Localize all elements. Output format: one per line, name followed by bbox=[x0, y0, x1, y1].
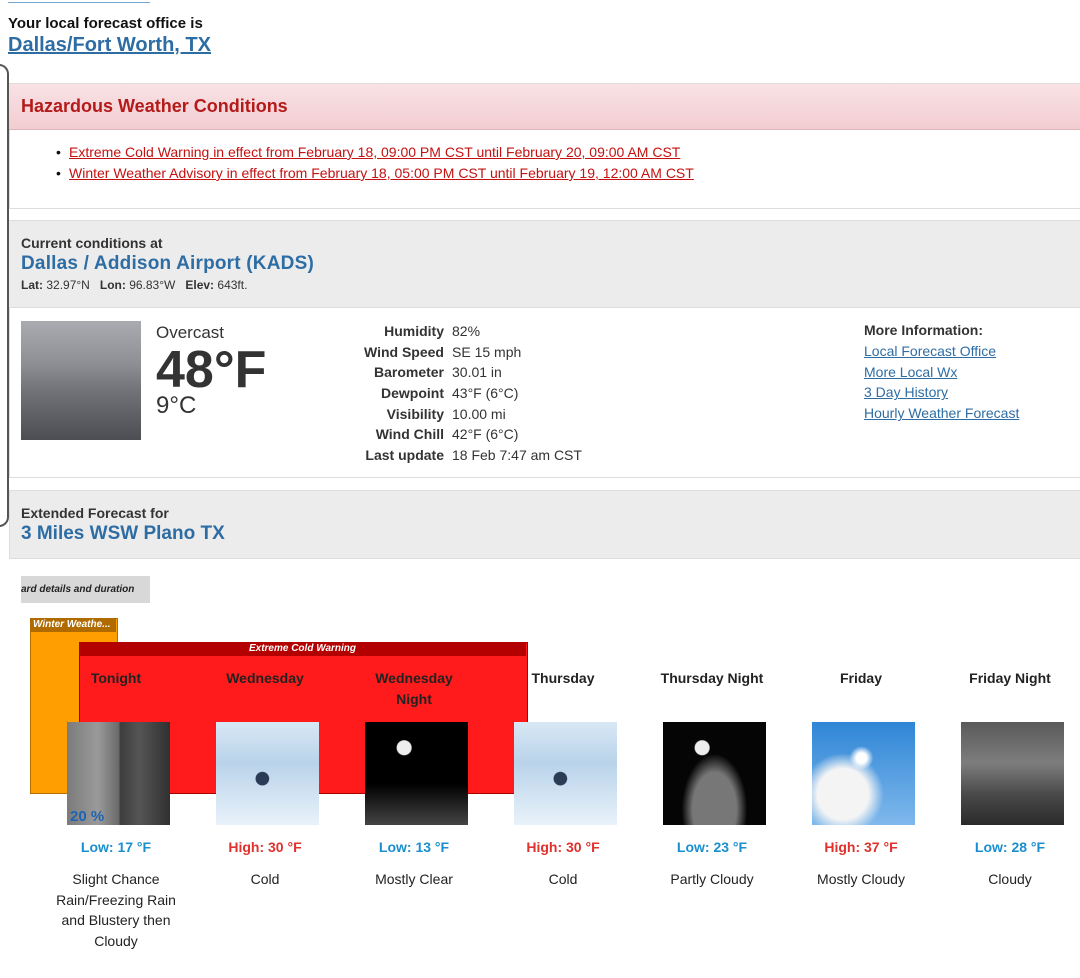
more-local-wx-link[interactable]: More Local Wx bbox=[864, 362, 1019, 383]
period-description: Mostly Clear bbox=[375, 871, 453, 887]
period-description: Cold bbox=[250, 871, 280, 887]
mostly-cloudy-icon bbox=[812, 722, 915, 825]
lat-label: Lat: bbox=[21, 278, 43, 292]
period-name: Wednesday bbox=[226, 670, 304, 686]
forecast-period-friday: Friday High: 37 °F Mostly Cloudy bbox=[791, 668, 931, 887]
hazard-details-tab[interactable]: ard details and duration bbox=[21, 576, 150, 603]
detail-value: 82% bbox=[452, 323, 481, 340]
forecast-office-label: Your local forecast office is bbox=[8, 15, 203, 32]
cold-icon bbox=[514, 722, 617, 825]
station-coordinates: Lat: 32.97°N Lon: 96.83°W Elev: 643ft. bbox=[21, 278, 247, 292]
detail-key: Visibility bbox=[386, 405, 444, 422]
hazard-link-winter-weather[interactable]: Winter Weather Advisory in effect from F… bbox=[69, 165, 694, 181]
hazardous-weather-title: Hazardous Weather Conditions bbox=[21, 96, 288, 116]
hazard-item: • Extreme Cold Warning in effect from Feb… bbox=[56, 144, 680, 160]
period-description: Partly Cloudy bbox=[670, 871, 754, 887]
current-conditions-label: Current conditions at bbox=[21, 235, 163, 251]
detail-key: Humidity bbox=[384, 323, 444, 340]
hazard-item: • Winter Weather Advisory in effect from … bbox=[56, 165, 694, 181]
period-temp: Low: 13 °F bbox=[378, 839, 450, 855]
period-name: Tonight bbox=[90, 670, 142, 686]
lat-value: 32.97°N bbox=[46, 278, 90, 292]
three-day-history-link[interactable]: 3 Day History bbox=[864, 382, 1019, 403]
forecast-period-thursday-night: Thursday Night Low: 23 °F Partly Cloudy bbox=[642, 668, 782, 887]
period-temp: Low: 28 °F bbox=[974, 839, 1046, 855]
more-information: More Information: Local Forecast Office … bbox=[864, 322, 1019, 424]
period-description: Slight Chance Rain/Freezing Rain and Blu… bbox=[56, 871, 176, 950]
hazard-link-extreme-cold[interactable]: Extreme Cold Warning in effect from Febr… bbox=[69, 144, 680, 160]
forecast-period-wednesday-night: Wednesday Night Low: 13 °F Mostly Clear bbox=[344, 668, 484, 887]
detail-value: 10.00 mi bbox=[452, 405, 506, 422]
detail-row: Wind Chill 42°F (6°C) bbox=[360, 424, 586, 445]
period-description: Cold bbox=[548, 871, 578, 887]
forecast-period-tonight: Tonight 20 % Low: 17 °F Slight Chance Ra… bbox=[46, 668, 186, 949]
previous-link-cut bbox=[8, 0, 150, 3]
cloudy-icon bbox=[961, 722, 1064, 825]
extended-forecast-place: 3 Miles WSW Plano TX bbox=[21, 523, 225, 544]
extreme-cold-bar-label: Extreme Cold Warning bbox=[79, 642, 526, 656]
overcast-image bbox=[21, 321, 141, 440]
more-information-title: More Information: bbox=[864, 322, 983, 338]
detail-row: Humidity 82% bbox=[360, 321, 586, 342]
local-forecast-office-link[interactable]: Local Forecast Office bbox=[864, 341, 1019, 362]
detail-row: Barometer 30.01 in bbox=[360, 362, 586, 383]
detail-key: Wind Chill bbox=[375, 426, 444, 443]
period-description: Cloudy bbox=[988, 871, 1032, 887]
bullet-icon: • bbox=[56, 144, 61, 160]
mostly-clear-night-icon bbox=[365, 722, 468, 825]
elev-label: Elev: bbox=[185, 278, 215, 292]
detail-value: 18 Feb 7:47 am CST bbox=[452, 446, 582, 463]
current-temp-f: 48°F bbox=[156, 341, 267, 399]
detail-value: 42°F (6°C) bbox=[452, 426, 519, 443]
period-name: Friday bbox=[839, 670, 882, 686]
detail-row: Last update 18 Feb 7:47 am CST bbox=[360, 445, 586, 466]
detail-value: 43°F (6°C) bbox=[452, 385, 519, 402]
period-name: Thursday Night bbox=[660, 670, 764, 686]
period-temp: High: 30 °F bbox=[526, 839, 600, 855]
bullet-icon: • bbox=[56, 165, 61, 181]
detail-value: SE 15 mph bbox=[452, 343, 522, 360]
cold-icon bbox=[216, 722, 319, 825]
partly-cloudy-night-icon bbox=[663, 722, 766, 825]
period-description: Mostly Cloudy bbox=[817, 871, 905, 887]
extended-forecast-label: Extended Forecast for bbox=[21, 505, 169, 521]
detail-row: Wind Speed SE 15 mph bbox=[360, 342, 586, 363]
current-temp-c: 9°C bbox=[156, 392, 197, 419]
station-name: Dallas / Addison Airport (KADS) bbox=[21, 253, 314, 274]
period-temp: High: 30 °F bbox=[228, 839, 302, 855]
forecast-period-wednesday: Wednesday High: 30 °F Cold bbox=[195, 668, 335, 887]
detail-key: Dewpoint bbox=[381, 385, 444, 402]
forecast-period-thursday: Thursday High: 30 °F Cold bbox=[493, 668, 633, 887]
precip-chance: 20 % bbox=[70, 808, 105, 825]
lon-label: Lon: bbox=[99, 278, 126, 292]
detail-key: Last update bbox=[365, 446, 444, 463]
detail-row: Dewpoint 43°F (6°C) bbox=[360, 383, 586, 404]
detail-key: Barometer bbox=[373, 364, 444, 381]
left-frame-edge bbox=[0, 64, 9, 527]
period-name: Friday Night bbox=[969, 670, 1051, 686]
hourly-forecast-link[interactable]: Hourly Weather Forecast bbox=[864, 403, 1019, 424]
period-temp: Low: 17 °F bbox=[80, 839, 152, 855]
winter-weather-bar-label: Winter Weathe... bbox=[30, 618, 116, 632]
forecast-office-link[interactable]: Dallas/Fort Worth, TX bbox=[8, 34, 211, 57]
period-temp: High: 37 °F bbox=[824, 839, 898, 855]
elev-value: 643ft. bbox=[217, 278, 248, 292]
period-name: Thursday bbox=[531, 670, 595, 686]
detail-key: Wind Speed bbox=[364, 343, 444, 360]
forecast-period-friday-night: Friday Night Low: 28 °F Cloudy bbox=[940, 668, 1080, 887]
rain-freezing-rain-icon: 20 % bbox=[67, 722, 170, 825]
period-temp: Low: 23 °F bbox=[676, 839, 748, 855]
detail-row: Visibility 10.00 mi bbox=[360, 403, 586, 424]
period-name: Wednesday Night bbox=[375, 670, 453, 707]
current-details-table: Humidity 82% Wind Speed SE 15 mph Baromete… bbox=[360, 321, 586, 465]
lon-value: 96.83°W bbox=[129, 278, 176, 292]
detail-value: 30.01 in bbox=[452, 364, 502, 381]
